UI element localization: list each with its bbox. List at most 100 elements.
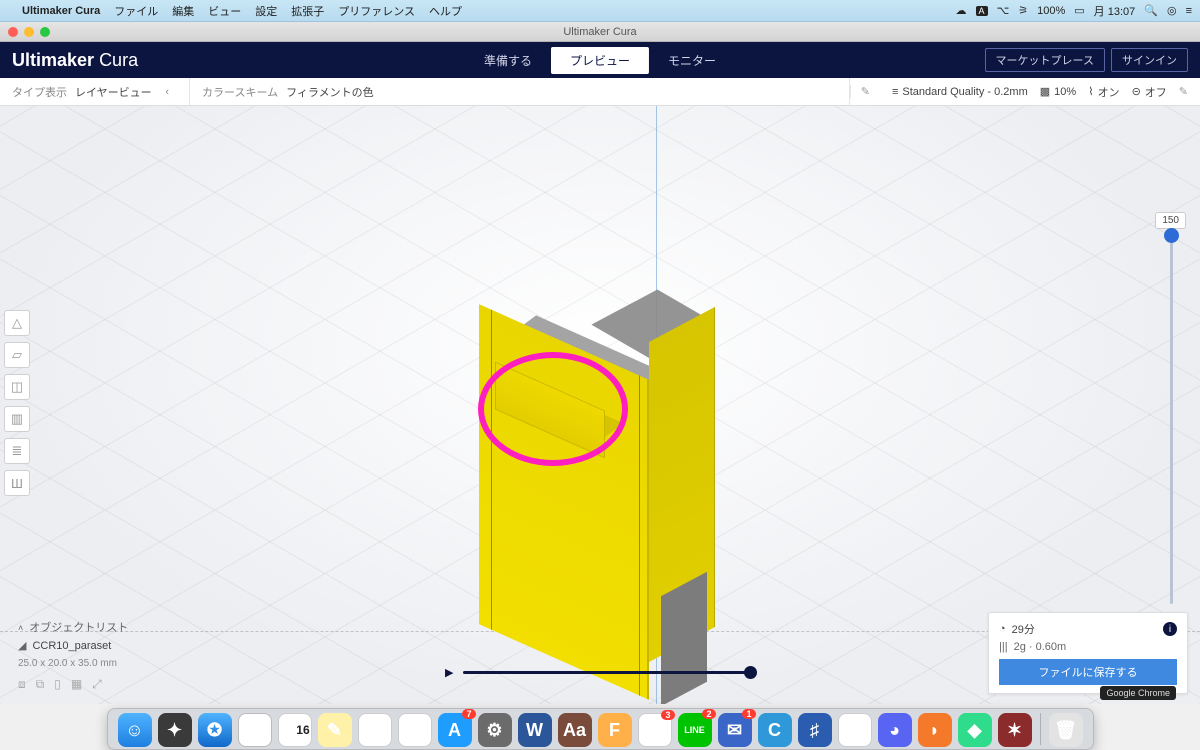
marketplace-button[interactable]: マーケットプレース <box>985 48 1105 72</box>
3d-viewport[interactable]: △ ▱ ◫ ▥ ≣ Ш 150 ˄ オブジェクトリスト ◢ CCR10_para… <box>0 106 1200 704</box>
wifi-icon[interactable]: ⚞ <box>1018 4 1028 17</box>
layers-icon: ≡ <box>892 86 898 98</box>
bluetooth-icon[interactable]: ⌥ <box>997 4 1010 17</box>
tool-wireframe-icon[interactable]: ▱ <box>4 342 30 368</box>
info-icon[interactable]: i <box>1163 622 1177 636</box>
dock-mail-icon[interactable]: ✉ <box>638 713 672 747</box>
object-list: ˄ オブジェクトリスト ◢ CCR10_paraset 25.0 x 20.0 … <box>18 619 128 692</box>
dock-fusion360-icon[interactable]: F <box>598 713 632 747</box>
dock-safari-icon[interactable]: ✪ <box>198 713 232 747</box>
object-list-item[interactable]: ◢ CCR10_paraset <box>18 637 128 655</box>
view-type-select[interactable]: タイプ表示 レイヤービュー ‹ <box>0 78 190 105</box>
dock-chrome-icon[interactable]: ◉ <box>238 713 272 747</box>
layer-slider-track[interactable] <box>1170 232 1173 604</box>
view-type-value: レイヤービュー <box>75 84 152 100</box>
quality-value: Standard Quality - 0.2mm <box>902 86 1027 98</box>
input-source-icon[interactable]: A <box>976 6 988 16</box>
dock-launchpad-icon[interactable]: ✦ <box>158 713 192 747</box>
dock-hover-label: Google Chrome <box>1100 686 1176 700</box>
signin-button[interactable]: サインイン <box>1111 48 1188 72</box>
layer-slider-max: 150 <box>1155 212 1186 229</box>
edit-color-icon[interactable]: ✎ <box>850 85 880 98</box>
print-time: 29分 <box>1012 621 1035 637</box>
tool-shell-icon[interactable]: Ш <box>4 470 30 496</box>
dock-system-prefs-icon[interactable]: ⚙ <box>478 713 512 747</box>
dock-separator <box>1040 713 1041 745</box>
dock-notes-icon[interactable]: ✎ <box>318 713 352 747</box>
dock-skype-icon[interactable]: ☻ <box>838 713 872 747</box>
spotlight-icon[interactable]: 🔍 <box>1144 4 1158 17</box>
cura-logo: Ultimaker Cura <box>12 50 138 71</box>
dock-red-app-icon[interactable]: ✶ <box>998 713 1032 747</box>
dock-discord-icon[interactable]: ◕ <box>878 713 912 747</box>
copy-icon[interactable]: ⧉ <box>36 677 45 692</box>
support-icon: ⌇ <box>1088 85 1093 98</box>
simulation-slider[interactable]: ▶ <box>445 666 755 678</box>
notification-center-icon[interactable]: ≡ <box>1186 5 1192 17</box>
object-list-toggle[interactable]: ˄ オブジェクトリスト <box>18 619 128 637</box>
simulation-track[interactable] <box>463 671 755 674</box>
grid-icon[interactable]: ▦ <box>71 677 82 692</box>
window-title-text: Ultimaker Cura <box>563 26 636 38</box>
menu-settings[interactable]: 設定 <box>255 3 277 19</box>
close-window-button[interactable] <box>8 27 18 37</box>
stage-prepare[interactable]: 準備する <box>465 47 551 74</box>
dock-music-icon[interactable]: ♪ <box>398 713 432 747</box>
color-scheme-select[interactable]: カラースキーム フィラメントの色 <box>190 78 850 105</box>
dock-audio-icon[interactable]: ♯ <box>798 713 832 747</box>
dock-green-app-icon[interactable]: ◆ <box>958 713 992 747</box>
stage-settings-bar: タイプ表示 レイヤービュー ‹ カラースキーム フィラメントの色 ✎ ≡ Stan… <box>0 78 1200 106</box>
view-type-label: タイプ表示 <box>12 84 67 100</box>
dock-finder-icon[interactable]: ☺ <box>118 713 152 747</box>
dock-cura-icon[interactable]: C <box>758 713 792 747</box>
tool-model-type-icon[interactable]: △ <box>4 310 30 336</box>
menu-file[interactable]: ファイル <box>114 3 158 19</box>
adhesion-value: オフ <box>1145 84 1167 100</box>
tool-xray-icon[interactable]: ◫ <box>4 374 30 400</box>
dock-trash-icon[interactable]: 🗑 <box>1049 713 1083 747</box>
eye-icon[interactable]: ◢ <box>18 637 26 655</box>
stage-preview[interactable]: プレビュー <box>551 47 649 74</box>
app-menu[interactable]: Ultimaker Cura <box>22 5 100 17</box>
menu-extensions[interactable]: 拡張子 <box>291 3 324 19</box>
control-center-icon[interactable]: ◎ <box>1167 4 1177 17</box>
tool-helpers-icon[interactable]: ≣ <box>4 438 30 464</box>
left-toolbar: △ ▱ ◫ ▥ ≣ Ш <box>0 306 30 500</box>
dock-line-icon[interactable]: LINE <box>678 713 712 747</box>
edit-settings-icon[interactable]: ✎ <box>1179 85 1188 98</box>
layer-slider-handle[interactable] <box>1164 228 1179 243</box>
dock-thunderbird-icon[interactable]: ✉ <box>718 713 752 747</box>
cloud-icon[interactable]: ☁︎ <box>956 4 967 17</box>
clock[interactable]: 月 13:07 <box>1094 3 1136 19</box>
layers-stack-icon[interactable]: ▯ <box>54 677 61 692</box>
minimize-window-button[interactable] <box>24 27 34 37</box>
object-dimensions: 25.0 x 20.0 x 35.0 mm <box>18 655 128 673</box>
dock-photos-icon[interactable]: ✿ <box>358 713 392 747</box>
dock-dictionary-icon[interactable]: Aa <box>558 713 592 747</box>
mac-menubar: Ultimaker Cura ファイル 編集 ビュー 設定 拡張子 プリファレン… <box>0 0 1200 22</box>
save-to-file-button[interactable]: ファイルに保存する <box>999 659 1177 685</box>
simulation-handle[interactable] <box>744 666 757 679</box>
expand-icon[interactable]: ⤢ <box>92 677 102 692</box>
sliced-model[interactable] <box>465 276 725 676</box>
window-titlebar: Ultimaker Cura <box>0 22 1200 42</box>
fullscreen-window-button[interactable] <box>40 27 50 37</box>
battery-icon[interactable]: ▭ <box>1074 4 1084 17</box>
stage-monitor[interactable]: モニター <box>649 47 735 74</box>
adhesion-icon: ⊝ <box>1132 85 1141 98</box>
cube-icon[interactable]: ⧈ <box>18 677 26 692</box>
menu-view[interactable]: ビュー <box>208 3 241 19</box>
print-settings-panel[interactable]: ≡Standard Quality - 0.2mm ▩10% ⌇オン ⊝オフ ✎ <box>880 84 1200 100</box>
material-usage: 2g · 0.60m <box>1014 641 1067 653</box>
dock-calendar-icon[interactable]: 12月16 <box>278 713 312 747</box>
layer-slider[interactable]: 150 <box>1160 226 1182 604</box>
menu-edit[interactable]: 編集 <box>172 3 194 19</box>
tool-layers-icon[interactable]: ▥ <box>4 406 30 432</box>
dock-blender-icon[interactable]: ◗ <box>918 713 952 747</box>
menu-help[interactable]: ヘルプ <box>429 3 462 19</box>
menu-preferences[interactable]: プリファレンス <box>338 3 415 19</box>
dock-word-icon[interactable]: W <box>518 713 552 747</box>
cura-header: Ultimaker Cura 準備する プレビュー モニター マーケットプレース… <box>0 42 1200 78</box>
dock-appstore-icon[interactable]: A <box>438 713 472 747</box>
play-icon[interactable]: ▶ <box>445 666 453 679</box>
